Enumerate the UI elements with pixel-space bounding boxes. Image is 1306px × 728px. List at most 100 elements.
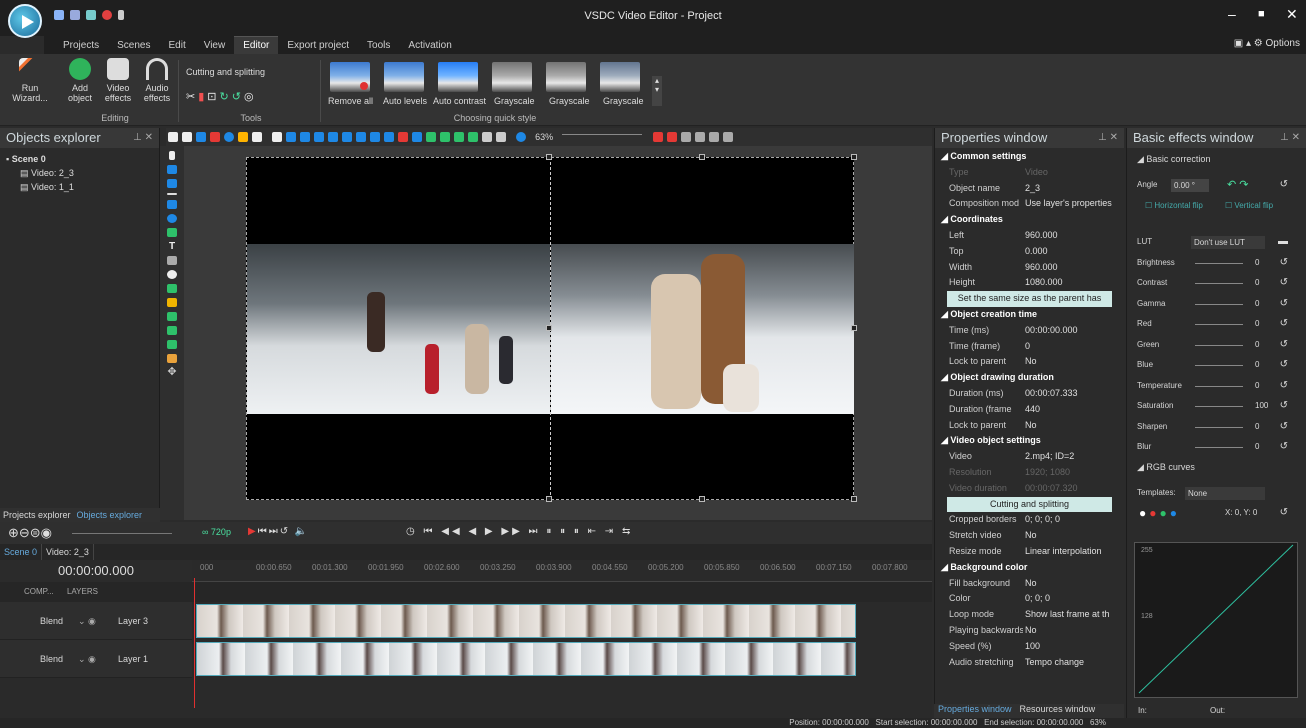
- property-value[interactable]: 00:00:07.320: [1025, 481, 1078, 497]
- tree-video-item[interactable]: ▤ Video: 1_1: [6, 180, 153, 194]
- quick-style-grayscale-thumb[interactable]: [492, 62, 532, 92]
- quick-style-remove-all-thumb[interactable]: [330, 62, 370, 92]
- lut-select[interactable]: Don't use LUT: [1191, 236, 1265, 249]
- quick-style-scroll[interactable]: ▴ ▾: [652, 76, 662, 106]
- text-icon[interactable]: T: [167, 242, 177, 252]
- fullscreen-icon[interactable]: [709, 132, 720, 142]
- timeline-zoom-icons[interactable]: ⊕⊖⊜◉: [8, 525, 52, 541]
- reset-icon[interactable]: ↺: [1280, 396, 1288, 417]
- move-icon[interactable]: ✥: [167, 367, 177, 378]
- video-clip-2-3[interactable]: [196, 604, 856, 638]
- run-wizard-button[interactable]: Run Wizard...: [12, 58, 48, 103]
- property-row[interactable]: Audio stretching Tempo change: [935, 655, 1124, 671]
- reset-icon[interactable]: ↺: [1280, 175, 1288, 196]
- zoom-icon[interactable]: [516, 132, 526, 142]
- property-row[interactable]: Object name 2_3: [935, 181, 1124, 197]
- rgb-curves-section[interactable]: ◢ RGB curves: [1127, 458, 1306, 477]
- slider-track[interactable]: [1195, 303, 1243, 305]
- resize-handle[interactable]: [699, 496, 705, 502]
- rgb-curve-editor[interactable]: 255 128: [1134, 542, 1298, 698]
- distribute-icon[interactable]: [384, 132, 394, 142]
- property-row[interactable]: Time (ms) 00:00:00.000: [935, 323, 1124, 339]
- transport-controls[interactable]: ◷ ⏮ ◀◀ ◀ ▶ ▶▶ ⏭ ⏸ ⏸ ⏸ ⇤ ⇥ ⇆: [406, 526, 633, 537]
- property-row[interactable]: Cropped borders 0; 0; 0; 0: [935, 512, 1124, 528]
- tab-video-2-3[interactable]: Video: 2_3: [42, 544, 94, 560]
- property-row[interactable]: Playing backwards No: [935, 623, 1124, 639]
- pin-icon[interactable]: ⊥ ✕: [1280, 128, 1300, 148]
- video-effects-button[interactable]: Video effects: [100, 58, 136, 103]
- quick-style-grayscale-thumb[interactable]: [600, 62, 640, 92]
- rotate-icon[interactable]: ↻: [220, 91, 232, 103]
- ungroup-icon[interactable]: [496, 132, 506, 142]
- group-icon[interactable]: [482, 132, 492, 142]
- quick-style-auto-levels-thumb[interactable]: [384, 62, 424, 92]
- menu-activation[interactable]: Activation: [399, 37, 460, 55]
- shape-icon[interactable]: [167, 228, 177, 237]
- play-icon[interactable]: ▶: [248, 526, 258, 537]
- property-value[interactable]: 440: [1025, 402, 1040, 418]
- menu-editor[interactable]: Editor: [234, 36, 279, 55]
- slider-track[interactable]: [1195, 426, 1243, 428]
- property-value[interactable]: 1080.000: [1025, 275, 1063, 291]
- options-button[interactable]: Options: [1266, 38, 1300, 49]
- tab-resources-window[interactable]: Resources window: [1016, 704, 1100, 714]
- property-value[interactable]: 0: [1025, 339, 1030, 355]
- property-section[interactable]: ◢ Object drawing duration: [935, 370, 1124, 386]
- cutting-splitting-button[interactable]: Cutting and splitting: [186, 67, 265, 77]
- video-frame-left[interactable]: [247, 244, 550, 414]
- property-value[interactable]: 2_3: [1025, 181, 1040, 197]
- resize-handle[interactable]: [851, 154, 857, 160]
- templates-select[interactable]: None: [1185, 486, 1265, 500]
- reset-icon[interactable]: ↺: [1280, 417, 1288, 438]
- chart-icon[interactable]: [167, 284, 177, 293]
- slider-track[interactable]: [1195, 324, 1243, 325]
- line-icon[interactable]: [167, 193, 177, 195]
- slider-track[interactable]: [1195, 385, 1243, 387]
- video-clip-1-1[interactable]: [196, 642, 856, 676]
- playback-controls[interactable]: ▶⏮⏭↺ 🔈: [248, 526, 309, 537]
- image-icon[interactable]: [167, 179, 177, 188]
- slider-track[interactable]: [1195, 406, 1243, 407]
- timeline-zoom-slider[interactable]: [72, 533, 172, 534]
- property-row[interactable]: Duration (ms) 00:00:07.333: [935, 386, 1124, 402]
- property-value[interactable]: 00:00:07.333: [1025, 386, 1078, 402]
- undo-icon[interactable]: [238, 132, 248, 142]
- blend-mode-select[interactable]: Blend: [40, 602, 63, 640]
- property-row[interactable]: Speed (%) 100: [935, 639, 1124, 655]
- tab-objects-explorer[interactable]: Objects explorer: [74, 508, 146, 522]
- quick-style-grayscale-thumb[interactable]: [546, 62, 586, 92]
- folder-icon[interactable]: ▬: [1278, 232, 1288, 253]
- property-section[interactable]: ◢ Video object settings: [935, 433, 1124, 449]
- property-value[interactable]: Linear interpolation: [1025, 544, 1102, 560]
- property-row[interactable]: Width 960.000: [935, 260, 1124, 276]
- layer-visibility-icon[interactable]: ⌄ ◉: [78, 640, 96, 678]
- property-value[interactable]: 960.000: [1025, 228, 1058, 244]
- reset-icon[interactable]: ↺: [1280, 273, 1288, 294]
- menu-scenes[interactable]: Scenes: [108, 37, 159, 55]
- channel-dots[interactable]: ●●●●: [1139, 503, 1180, 524]
- resize-handle[interactable]: [546, 154, 552, 160]
- property-button[interactable]: Set the same size as the parent has: [947, 291, 1112, 307]
- rotate-left-icon[interactable]: ↶ ↷: [1227, 175, 1249, 196]
- reset-icon[interactable]: ↺: [1280, 335, 1288, 356]
- video-icon[interactable]: [167, 165, 177, 174]
- pin-icon[interactable]: ⊥ ✕: [1098, 128, 1118, 148]
- property-row[interactable]: Fill background No: [935, 576, 1124, 592]
- angle-input[interactable]: 0.00 °: [1171, 179, 1209, 192]
- zoom-level[interactable]: 63%: [535, 128, 553, 146]
- property-value[interactable]: No: [1025, 576, 1037, 592]
- property-section[interactable]: ◢ Coordinates: [935, 212, 1124, 228]
- paste-icon[interactable]: [196, 132, 206, 142]
- property-row[interactable]: Stretch video No: [935, 528, 1124, 544]
- property-button[interactable]: Cutting and splitting: [947, 496, 1112, 513]
- property-row[interactable]: Type Video: [935, 165, 1124, 181]
- property-value[interactable]: No: [1025, 528, 1037, 544]
- maximize-button[interactable]: ■: [1258, 8, 1265, 20]
- green-channel-icon[interactable]: ●: [1160, 506, 1170, 520]
- property-row[interactable]: Height 1080.000: [935, 275, 1124, 291]
- menu-projects[interactable]: Projects: [54, 37, 108, 55]
- property-value[interactable]: Video: [1025, 165, 1048, 181]
- reset-icon[interactable]: ↺: [1280, 314, 1288, 335]
- slider-track[interactable]: [1195, 365, 1243, 366]
- gear-icon[interactable]: ⚙: [1254, 38, 1263, 49]
